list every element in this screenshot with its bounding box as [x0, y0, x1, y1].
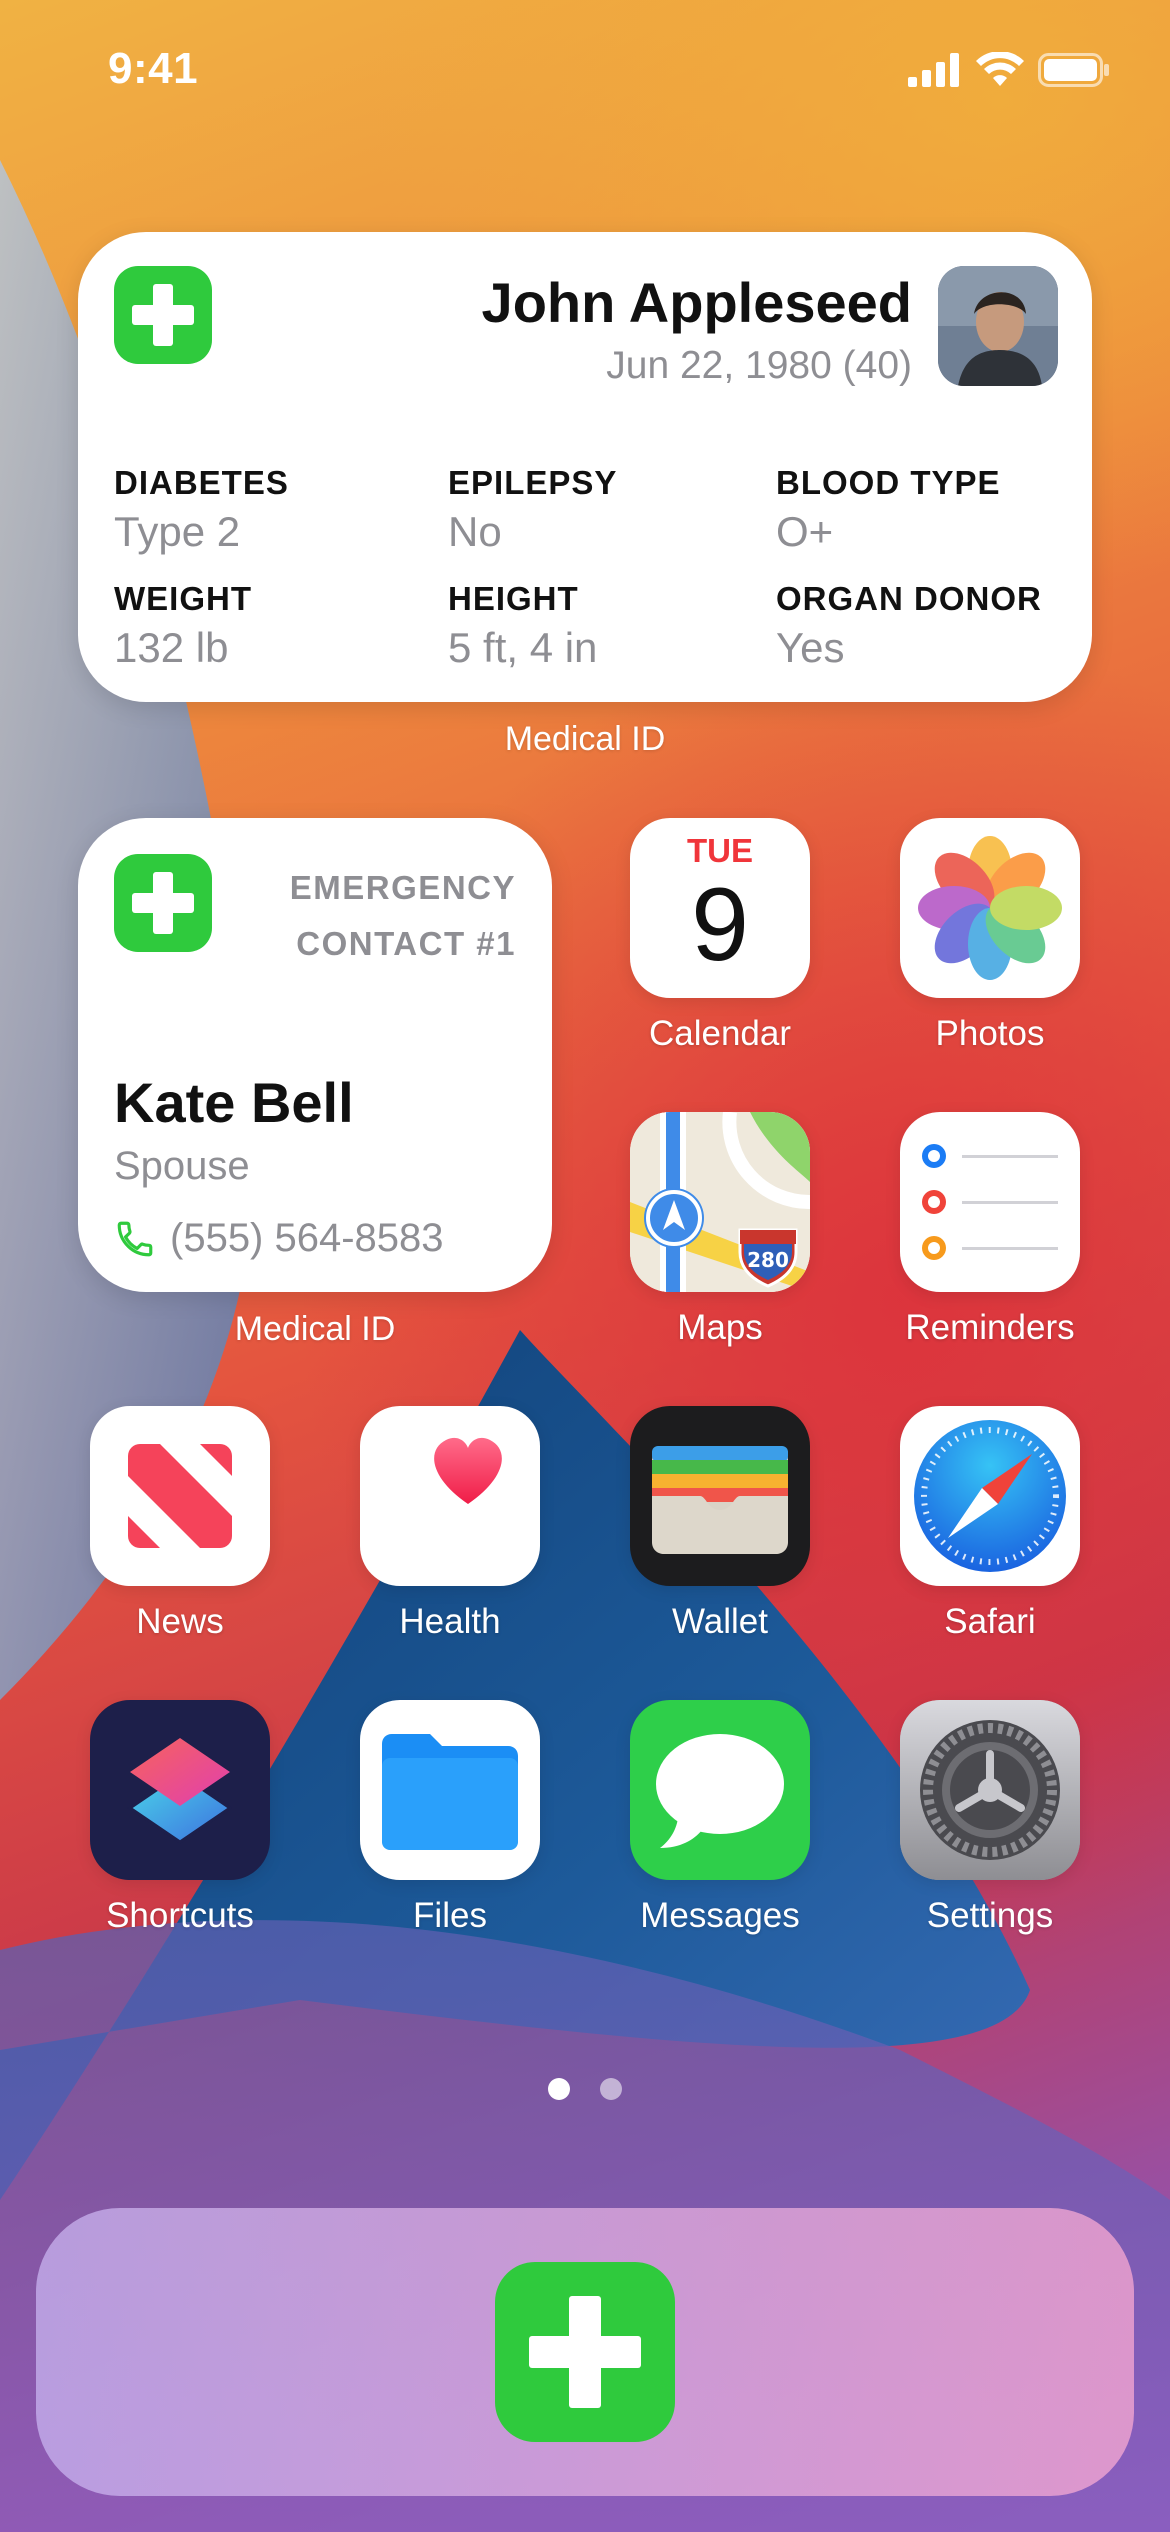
shortcuts-app-icon[interactable]: [90, 1700, 270, 1880]
news-app-icon[interactable]: [90, 1406, 270, 1586]
health-app-icon[interactable]: [360, 1406, 540, 1586]
medical-field-weight: WEIGHT 132 lb: [114, 580, 252, 671]
medical-name: John Appleseed: [481, 271, 912, 334]
status-bar: 9:41: [0, 0, 1170, 140]
files-app-icon[interactable]: [360, 1700, 540, 1880]
medical-id-widget-label: Medical ID: [504, 720, 666, 758]
maps-app-icon[interactable]: 280: [630, 1112, 810, 1292]
safari-app-icon[interactable]: [900, 1406, 1080, 1586]
news-label: News: [136, 1602, 224, 1641]
safari-label: Safari: [944, 1602, 1036, 1641]
maps-label: Maps: [677, 1308, 763, 1347]
medical-field-organ-donor: ORGAN DONOR Yes: [776, 580, 1042, 671]
contact-phone[interactable]: (555) 564-8583: [114, 1216, 444, 1261]
messages-app-icon[interactable]: [630, 1700, 810, 1880]
emergency-widget-label: Medical ID: [234, 1310, 396, 1348]
medical-field-blood-type: BLOOD TYPE O+: [776, 464, 1001, 555]
page-dot-1[interactable]: [548, 2078, 570, 2100]
health-label: Health: [399, 1602, 501, 1641]
medical-dob: Jun 22, 1980 (40): [606, 344, 912, 387]
wallet-app-icon[interactable]: [630, 1406, 810, 1586]
reminders-app-icon[interactable]: [900, 1112, 1080, 1292]
reminders-label: Reminders: [905, 1308, 1075, 1347]
medical-plus-icon: [114, 266, 212, 364]
photos-app-icon[interactable]: [900, 818, 1080, 998]
phone-icon: [117, 1221, 153, 1256]
medical-id-widget[interactable]: John Appleseed Jun 22, 1980 (40) DIABETE…: [78, 232, 1092, 702]
medical-plus-icon: [114, 854, 212, 952]
interstate-shield-text: 280: [747, 1248, 789, 1272]
shortcuts-label: Shortcuts: [106, 1896, 254, 1935]
page-dot-2[interactable]: [600, 2078, 622, 2100]
settings-app-icon[interactable]: [900, 1700, 1080, 1880]
avatar: [938, 266, 1058, 386]
calendar-app-icon[interactable]: TUE 9: [630, 818, 810, 998]
dock: [36, 2208, 1134, 2496]
photos-label: Photos: [935, 1014, 1045, 1053]
emergency-contact-widget[interactable]: EMERGENCY CONTACT #1 Kate Bell Spouse (5…: [78, 818, 552, 1292]
calendar-day: TUE: [687, 832, 753, 869]
status-icons: [908, 52, 1110, 88]
calendar-date: 9: [691, 867, 749, 983]
wifi-icon: [976, 52, 1024, 86]
messages-label: Messages: [640, 1896, 800, 1935]
page-indicator[interactable]: [0, 2078, 1170, 2100]
settings-label: Settings: [926, 1896, 1054, 1935]
files-label: Files: [413, 1896, 487, 1935]
contact-relation: Spouse: [114, 1144, 250, 1188]
emergency-heading: EMERGENCY CONTACT #1: [289, 869, 516, 962]
medical-id-app-icon[interactable]: [495, 2262, 675, 2442]
wallet-label: Wallet: [672, 1602, 768, 1641]
battery-icon: [1038, 53, 1109, 87]
medical-field-height: HEIGHT 5 ft, 4 in: [448, 580, 598, 671]
status-time: 9:41: [108, 44, 199, 93]
calendar-label: Calendar: [648, 1014, 792, 1053]
contact-phone-number: (555) 564-8583: [170, 1216, 444, 1260]
contact-name: Kate Bell: [114, 1071, 354, 1134]
medical-field-epilepsy: EPILEPSY No: [448, 464, 618, 555]
medical-field-diabetes: DIABETES Type 2: [114, 464, 289, 555]
cellular-signal-icon: [908, 53, 959, 87]
